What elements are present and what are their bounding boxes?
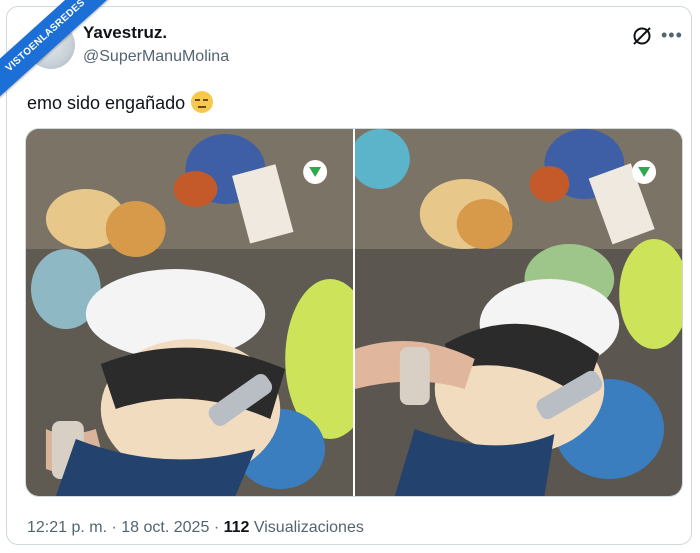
grok-slash-icon[interactable] <box>631 25 653 47</box>
views-label: Visualizaciones <box>253 519 364 536</box>
relieved-face-emoji <box>191 91 214 113</box>
meta-separator: · <box>111 519 117 536</box>
tweet-time[interactable]: 12:21 p. m. <box>27 519 107 536</box>
tweet-text: emo sido engañado <box>27 91 214 114</box>
author-display-name[interactable]: Yavestruz. <box>83 23 167 43</box>
tweet-card: Yavestruz. @SuperManuMolina ••• emo sido… <box>6 6 692 545</box>
media-gallery[interactable] <box>25 128 683 497</box>
photo-right[interactable] <box>355 129 682 496</box>
author-handle[interactable]: @SuperManuMolina <box>83 48 229 66</box>
tweet-meta: 12:21 p. m. · 18 oct. 2025 · 112 Visuali… <box>27 519 364 537</box>
tweet-text-content: emo sido engañado <box>27 93 186 113</box>
photo-right-image <box>355 129 682 496</box>
tweet-date[interactable]: 18 oct. 2025 <box>121 519 209 536</box>
photo-left-image <box>26 129 353 496</box>
meta-separator-2: · <box>213 519 220 536</box>
views-count: 112 <box>223 519 250 536</box>
photo-left[interactable] <box>26 129 353 496</box>
more-dots-icon[interactable]: ••• <box>661 25 683 45</box>
